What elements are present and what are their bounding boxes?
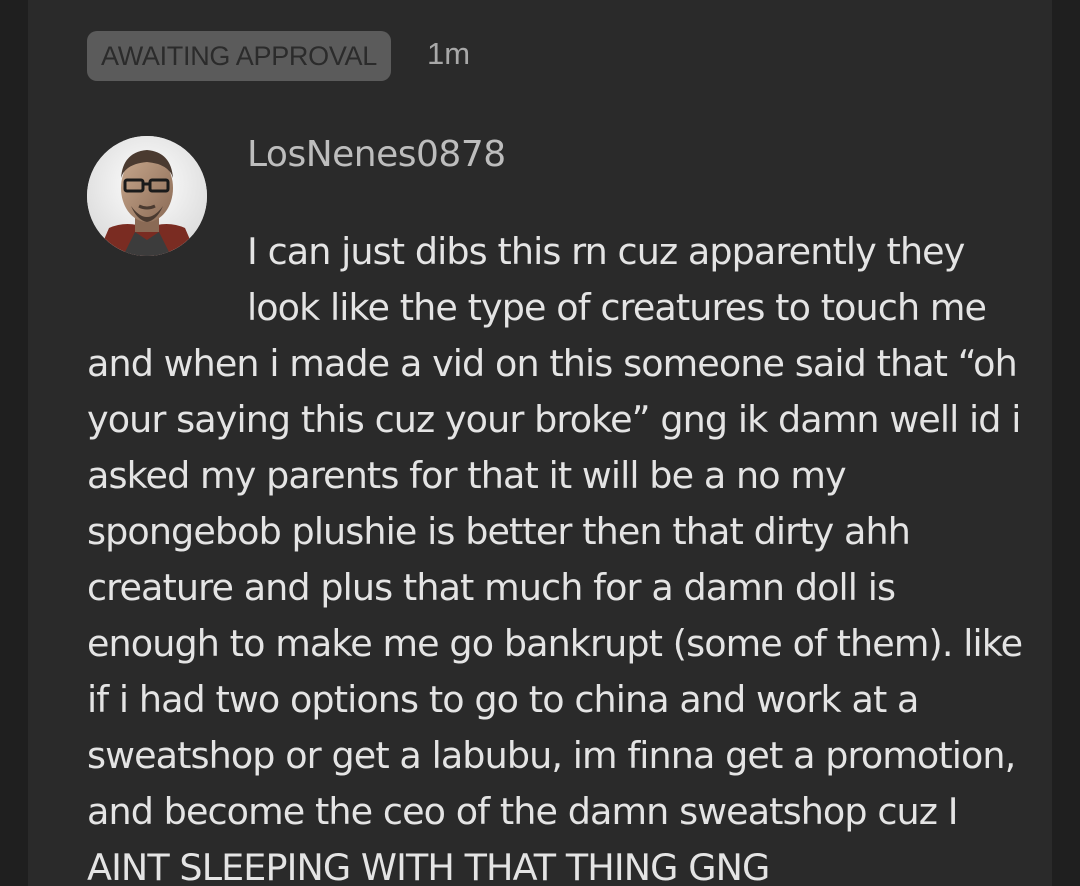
comment-line: and become the ceo of the damn sweatshop… xyxy=(87,790,958,833)
comment-line: I can just dibs this rn cuz apparently t… xyxy=(247,230,965,273)
comment-line: if i had two options to go to china and … xyxy=(87,678,919,721)
comment-body: I can just dibs this rn cuz apparently t… xyxy=(87,224,1027,886)
comment-line: asked my parents for that it will be a n… xyxy=(87,454,847,497)
screen: AWAITING APPROVAL 1m LosNenes0878 I can … xyxy=(0,0,1080,886)
comment-line: creature and plus that much for a damn d… xyxy=(87,566,896,609)
comment-line: AINT SLEEPING WITH THAT THING GNG xyxy=(87,846,770,886)
comment-line: and when i made a vid on this someone sa… xyxy=(87,342,1018,385)
timestamp: 1m xyxy=(427,36,471,71)
comment-line: spongebob plushie is better then that di… xyxy=(87,510,911,553)
comment-line: enough to make me go bankrupt (some of t… xyxy=(87,622,1023,665)
status-badge: AWAITING APPROVAL xyxy=(87,31,391,81)
comment-line: your saying this cuz your broke” gng ik … xyxy=(87,398,1021,441)
comment-line: sweatshop or get a labubu, im finna get … xyxy=(87,734,1016,777)
comment-line: look like the type of creatures to touch… xyxy=(247,286,987,329)
username[interactable]: LosNenes0878 xyxy=(247,131,506,179)
